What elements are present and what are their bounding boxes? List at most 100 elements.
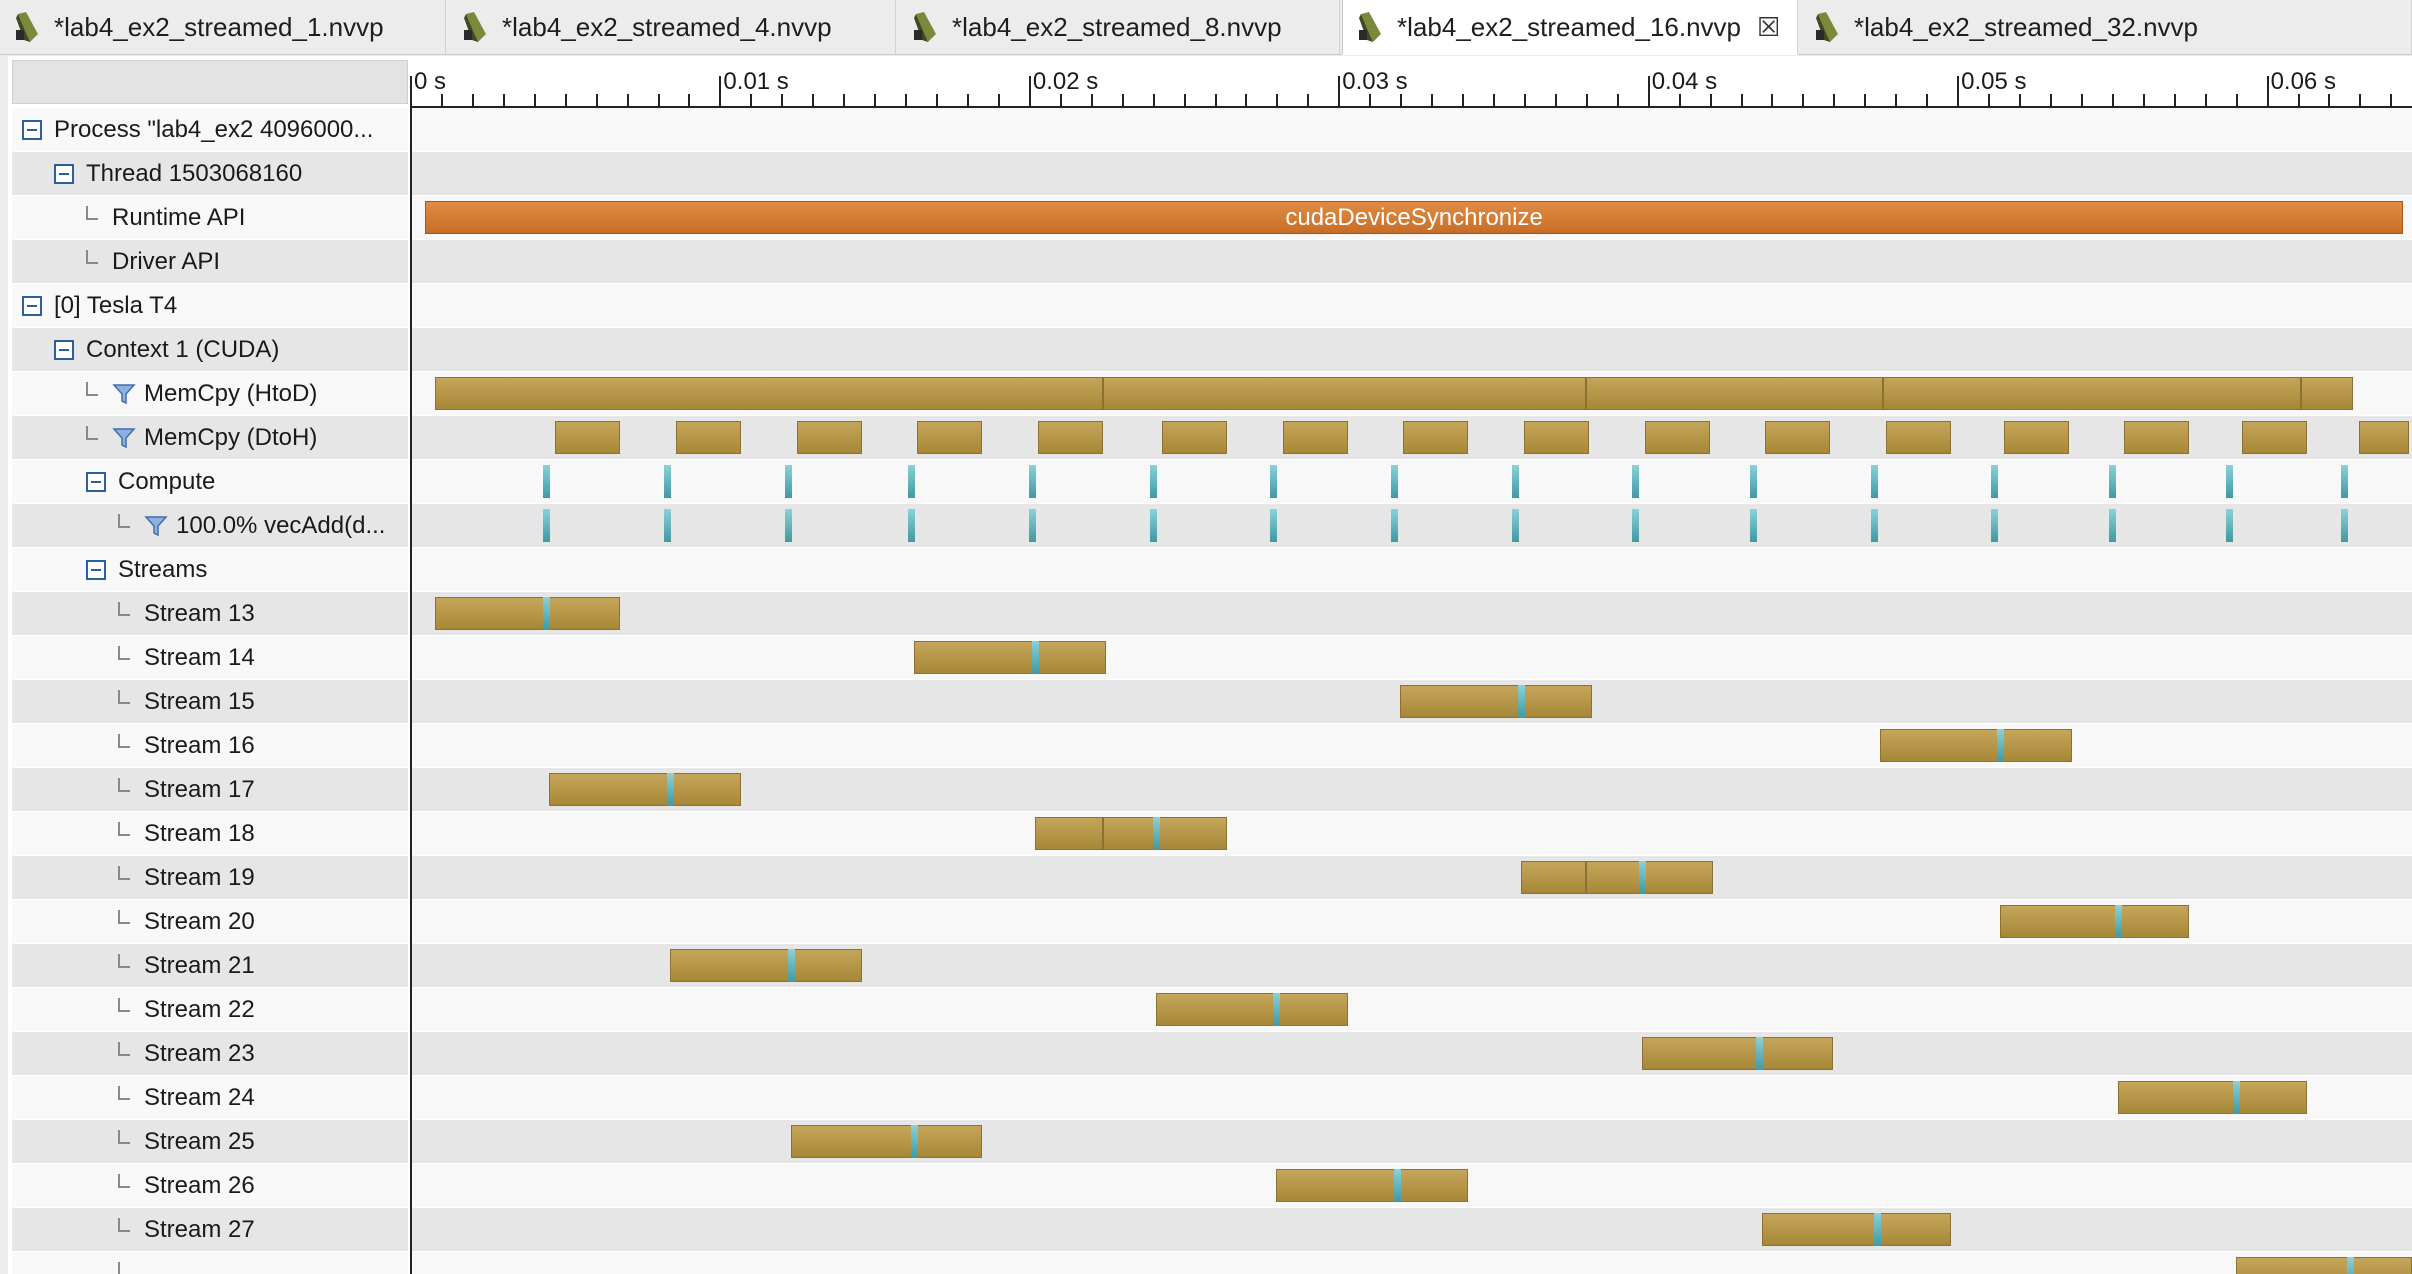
kernel-marker[interactable] [1394,1169,1402,1202]
memcpy-bar[interactable] [1762,1213,1951,1246]
editor-tab[interactable]: *lab4_ex2_streamed_1.nvvp [0,0,446,54]
memcpy-bar[interactable] [1403,421,1469,454]
memcpy-bar[interactable] [1879,729,2072,762]
memcpy-bar[interactable] [1103,817,1227,850]
collapse-toggle-icon[interactable] [22,119,42,140]
row-label[interactable]: Stream 19 [12,856,408,899]
row-label[interactable]: Stream 27 [12,1208,408,1251]
kernel-marker[interactable] [543,465,551,498]
kernel-marker[interactable] [1028,509,1036,542]
row-label[interactable]: Streams [12,548,408,591]
kernel-marker[interactable] [1749,509,1757,542]
row-label[interactable]: Thread 1503068160 [12,152,408,195]
kernel-marker[interactable] [2232,1081,2240,1114]
row-label[interactable]: Context 1 (CUDA) [12,328,408,371]
row-label[interactable]: Stream 16 [12,724,408,767]
kernel-marker[interactable] [2340,465,2348,498]
kernel-marker[interactable] [1270,509,1278,542]
memcpy-bar[interactable] [1035,817,1104,850]
kernel-marker[interactable] [1638,861,1646,894]
row-label[interactable]: Stream 15 [12,680,408,723]
kernel-marker[interactable] [1632,509,1640,542]
row-label[interactable]: Driver API [12,240,408,283]
kernel-marker[interactable] [784,465,792,498]
row-label[interactable]: Compute [12,460,408,503]
row-label[interactable]: Runtime API [12,196,408,239]
row-label[interactable]: [0] Tesla T4 [12,284,408,327]
row-label[interactable]: Stream 13 [12,592,408,635]
row-label[interactable]: Stream 17 [12,768,408,811]
memcpy-bar[interactable] [1282,421,1348,454]
memcpy-bar[interactable] [1038,421,1104,454]
memcpy-bar[interactable] [1585,377,1883,410]
close-icon[interactable]: ☒ [1757,12,1780,43]
memcpy-bar[interactable] [1276,1169,1469,1202]
memcpy-bar[interactable] [914,641,1107,674]
row-label[interactable]: Stream 23 [12,1032,408,1075]
kernel-marker[interactable] [2226,509,2234,542]
collapse-toggle-icon[interactable] [22,295,42,316]
row-label[interactable]: Stream 25 [12,1120,408,1163]
kernel-marker[interactable] [2108,465,2116,498]
memcpy-bar[interactable] [434,597,621,630]
memcpy-bar[interactable] [1585,861,1713,894]
collapse-toggle-icon[interactable] [86,559,106,580]
memcpy-bar[interactable] [1641,1037,1834,1070]
kernel-marker[interactable] [2108,509,2116,542]
memcpy-bar[interactable] [1400,685,1592,718]
row-label[interactable]: Stream 14 [12,636,408,679]
kernel-marker[interactable] [1273,993,1281,1026]
kernel-marker[interactable] [1149,465,1157,498]
kernel-marker[interactable] [1511,509,1519,542]
memcpy-bar[interactable] [1520,861,1586,894]
row-label[interactable]: 100.0% vecAdd(d... [12,504,408,547]
memcpy-bar[interactable] [1885,421,1951,454]
row-label[interactable]: Stream 21 [12,944,408,987]
kernel-marker[interactable] [1152,817,1160,850]
kernel-marker[interactable] [1991,465,1999,498]
kernel-marker[interactable] [2115,905,2123,938]
kernel-marker[interactable] [666,773,674,806]
kernel-marker[interactable] [2226,465,2234,498]
memcpy-bar[interactable] [434,377,1104,410]
kernel-marker[interactable] [1997,729,2005,762]
kernel-marker[interactable] [1991,509,1999,542]
kernel-marker[interactable] [908,509,916,542]
kernel-marker[interactable] [663,465,671,498]
filter-icon[interactable] [112,382,136,406]
memcpy-bar[interactable] [1765,421,1831,454]
memcpy-bar[interactable] [2118,1081,2307,1114]
api-call-bar[interactable]: cudaDeviceSynchronize [425,201,2403,234]
kernel-marker[interactable] [1870,509,1878,542]
time-ruler[interactable]: 0 s 0.01 s 0.02 s 0.03 s 0.04 s 0.05 s 0.06 s [410,56,2412,108]
memcpy-bar[interactable] [1155,993,1348,1026]
row-label[interactable]: Process "lab4_ex2 4096000... [12,108,408,151]
memcpy-bar[interactable] [676,421,742,454]
editor-tab[interactable]: *lab4_ex2_streamed_8.nvvp [898,0,1340,54]
row-label[interactable]: Stream 20 [12,900,408,943]
editor-tab[interactable]: *lab4_ex2_streamed_32.nvvp [1800,0,2412,54]
kernel-marker[interactable] [1149,509,1157,542]
memcpy-bar[interactable] [1161,421,1227,454]
kernel-marker[interactable] [1873,1213,1881,1246]
memcpy-bar[interactable] [669,949,862,982]
memcpy-bar[interactable] [2300,377,2354,410]
collapse-toggle-icon[interactable] [54,339,74,360]
memcpy-bar[interactable] [796,421,862,454]
row-label[interactable]: Stream 18 [12,812,408,855]
kernel-marker[interactable] [1028,465,1036,498]
memcpy-bar[interactable] [2000,905,2190,938]
filter-icon[interactable] [112,426,136,450]
memcpy-bar[interactable] [2124,421,2190,454]
kernel-marker[interactable] [1390,465,1398,498]
memcpy-bar[interactable] [555,421,621,454]
collapse-toggle-icon[interactable] [54,163,74,184]
kernel-marker[interactable] [908,465,916,498]
kernel-marker[interactable] [787,949,795,982]
kernel-marker[interactable] [1511,465,1519,498]
editor-tab[interactable]: *lab4_ex2_streamed_16.nvvp ☒ [1342,0,1798,55]
kernel-marker[interactable] [1517,685,1525,718]
row-label[interactable]: Stream 22 [12,988,408,1031]
collapse-toggle-icon[interactable] [86,471,106,492]
kernel-marker[interactable] [1870,465,1878,498]
